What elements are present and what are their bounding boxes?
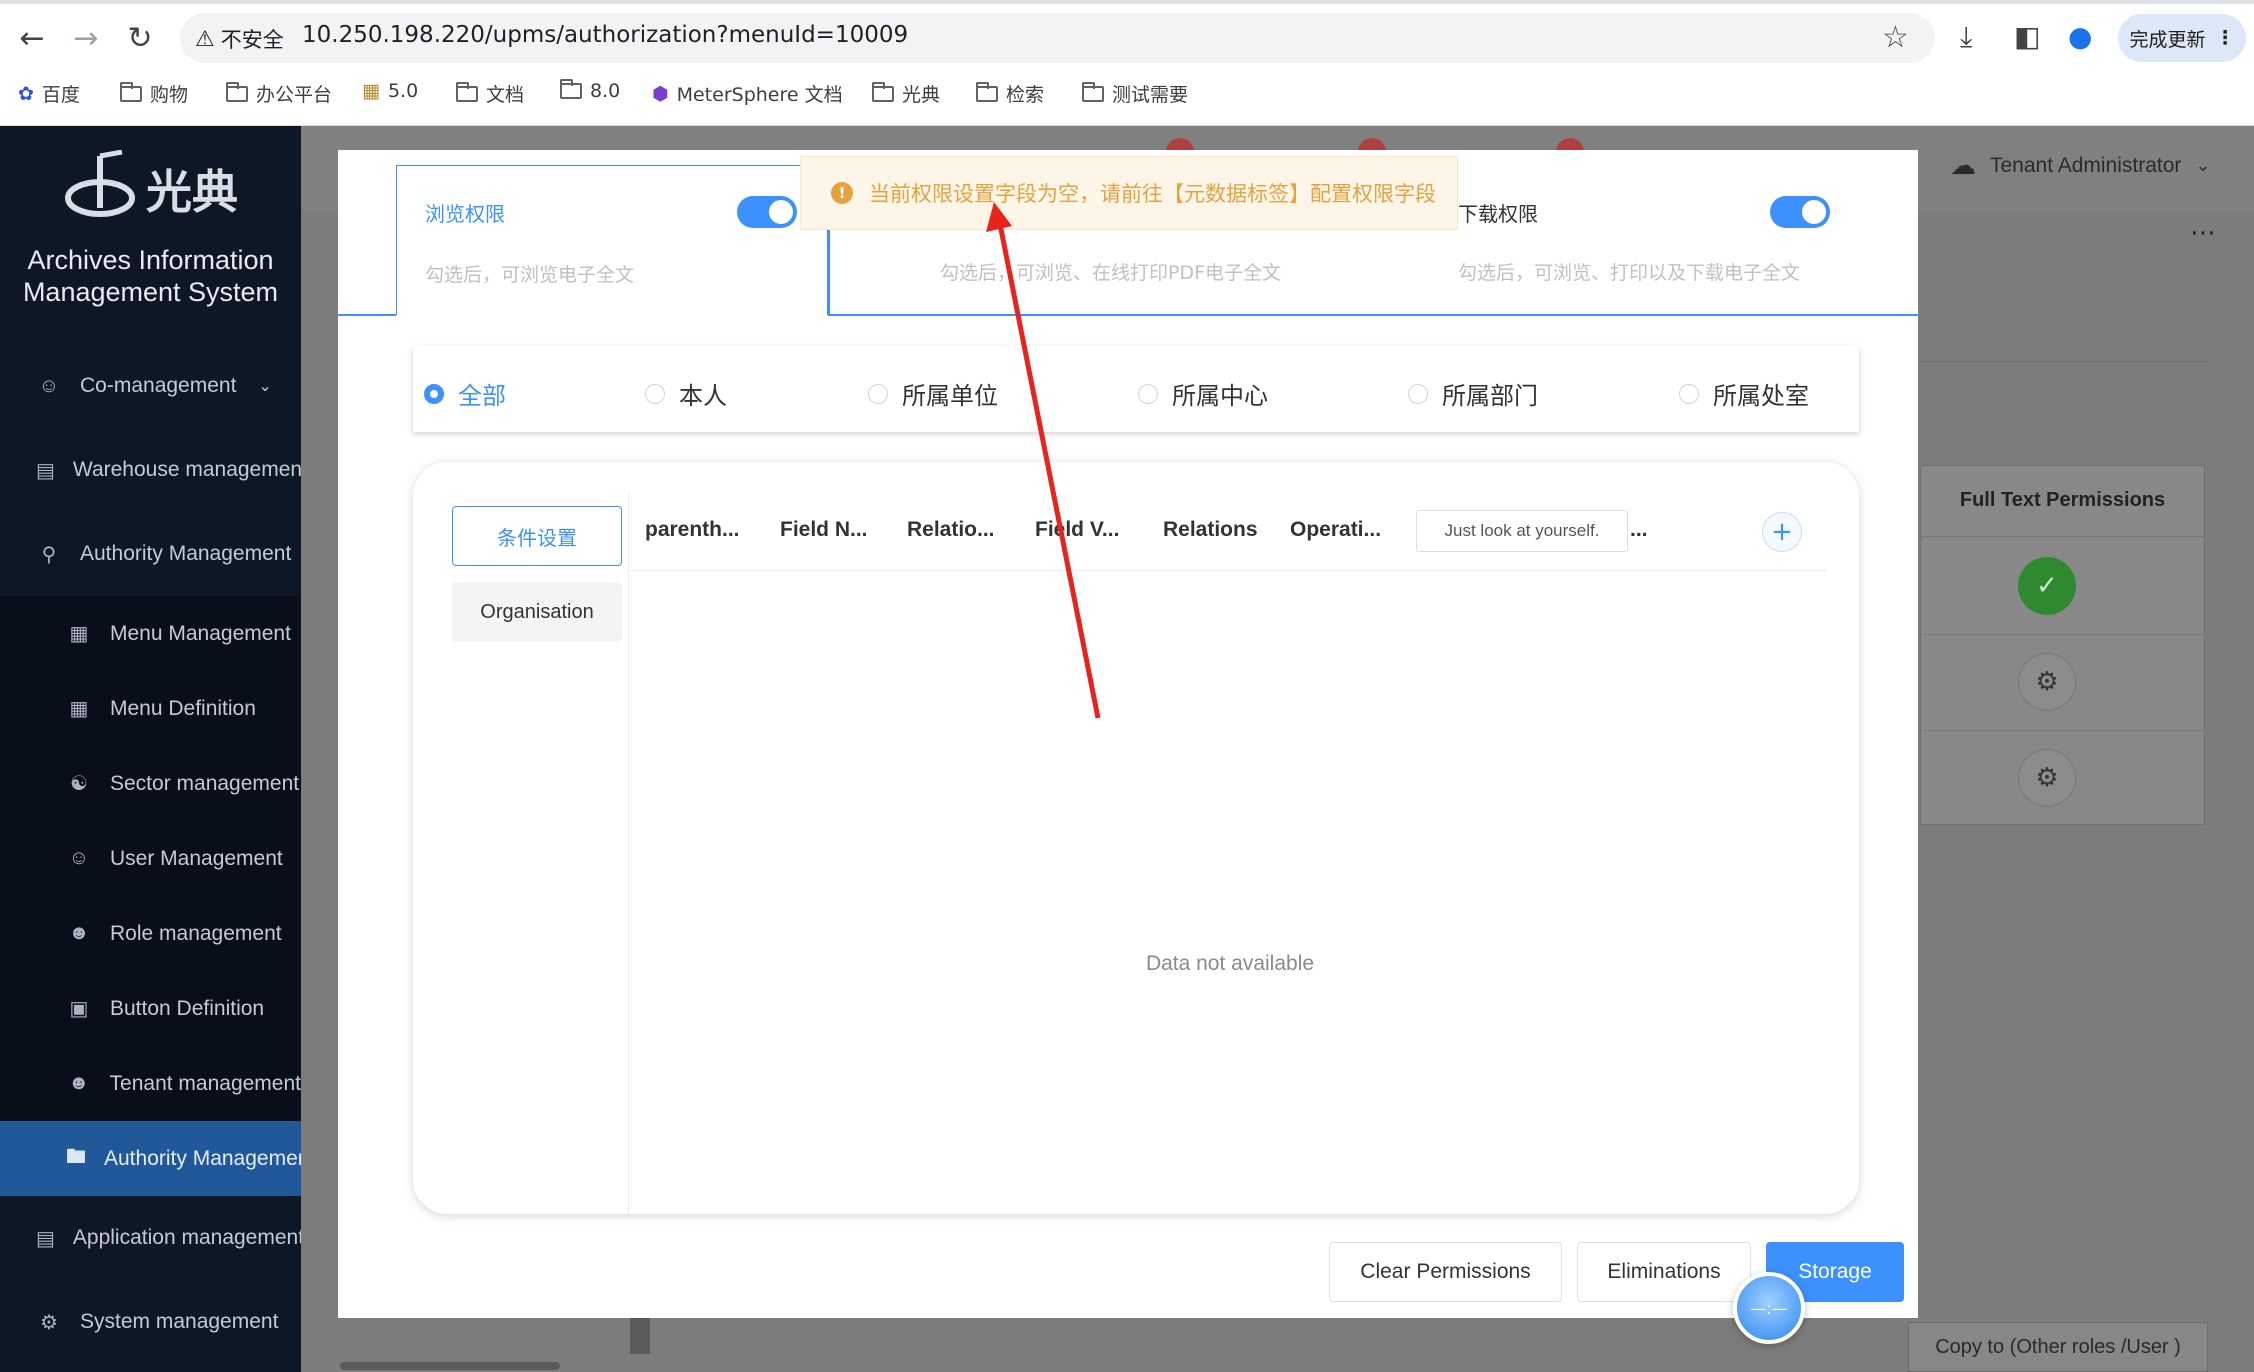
annotation-arrow xyxy=(986,202,1101,719)
arrow-head xyxy=(986,202,1012,232)
arrow-shaft xyxy=(995,213,1101,719)
